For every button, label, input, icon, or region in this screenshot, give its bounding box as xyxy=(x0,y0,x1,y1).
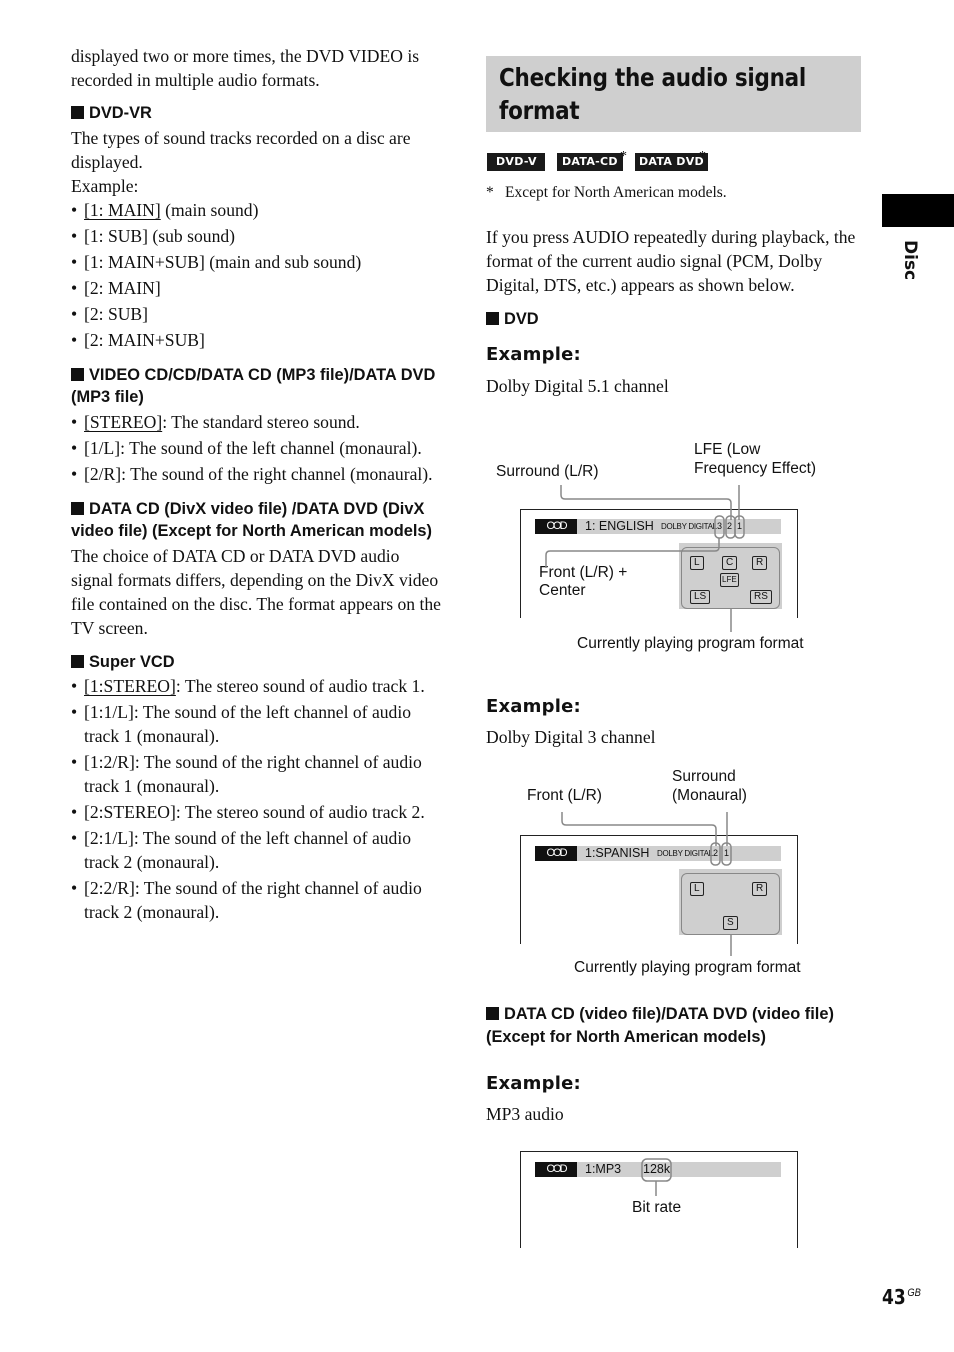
page-number: 43 GB xyxy=(882,1285,921,1309)
callout-bit-rate: Bit rate xyxy=(632,1199,682,1216)
bitrate-pill xyxy=(641,1158,672,1182)
callout-lines xyxy=(641,1158,672,1196)
section-tab-marker xyxy=(882,194,954,227)
section-tab-label: Disc xyxy=(900,240,920,281)
